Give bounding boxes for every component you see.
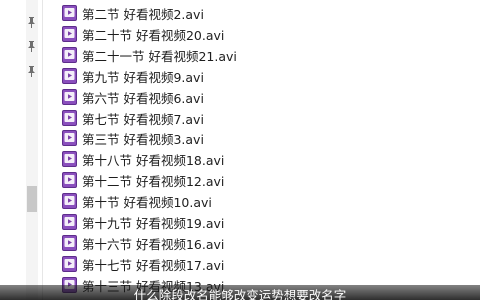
file-item[interactable]: 第六节 好看视频6.avi: [62, 87, 252, 107]
video-file-icon: [62, 130, 77, 146]
file-item[interactable]: 第十二节 好看视频12.avi: [62, 170, 252, 190]
file-name: 第十二节 好看视频12.avi: [82, 173, 225, 189]
file-item[interactable]: 第十六节 好看视频16.avi: [62, 233, 252, 253]
file-name: 第九节 好看视频9.avi: [82, 69, 204, 85]
file-name: 第二十一节 好看视频21.avi: [82, 48, 237, 64]
video-file-icon: [62, 214, 77, 230]
file-name: 第十六节 好看视频16.avi: [82, 236, 225, 252]
file-item[interactable]: 第十九节 好看视频19.avi: [62, 212, 252, 232]
file-item[interactable]: 第二十节 好看视频20.avi: [62, 24, 252, 44]
file-item[interactable]: 第九节 好看视频9.avi: [62, 66, 252, 86]
file-item[interactable]: 第十节 好看视频10.avi: [62, 191, 252, 211]
pin-icon[interactable]: [27, 17, 36, 28]
pin-icon[interactable]: [27, 66, 36, 77]
video-file-icon: [62, 47, 77, 63]
file-item[interactable]: 第十七节 好看视频17.avi: [62, 254, 252, 274]
file-name: 第十节 好看视频10.avi: [82, 194, 212, 210]
video-file-icon: [62, 151, 77, 167]
subtitle-caption: 什么除段改名能够改变运势想要改名字: [0, 285, 480, 300]
video-file-icon: [62, 172, 77, 188]
file-item[interactable]: 第七节 好看视频7.avi: [62, 108, 252, 128]
video-file-icon: [62, 26, 77, 42]
navigation-scrollbar-thumb[interactable]: [27, 186, 37, 212]
video-file-icon: [62, 5, 77, 21]
video-file-icon: [62, 235, 77, 251]
pin-icon[interactable]: [27, 41, 36, 52]
video-file-icon: [62, 193, 77, 209]
file-name: 第七节 好看视频7.avi: [82, 111, 204, 127]
file-name: 第十八节 好看视频18.avi: [82, 152, 225, 168]
video-file-icon: [62, 110, 77, 126]
video-file-icon: [62, 89, 77, 105]
file-name: 第三节 好看视频3.avi: [82, 131, 204, 147]
file-item[interactable]: 第二节 好看视频2.avi: [62, 3, 252, 23]
caption-text: 什么除段改名能够改变运势想要改名字: [133, 288, 347, 300]
file-item[interactable]: 第三节 好看视频3.avi: [62, 128, 252, 148]
video-file-icon: [62, 256, 77, 272]
file-name: 第二十节 好看视频20.avi: [82, 27, 225, 43]
file-item[interactable]: 第十八节 好看视频18.avi: [62, 149, 252, 169]
file-item[interactable]: 第二十一节 好看视频21.avi: [62, 45, 252, 65]
file-explorer-window: 第二节 好看视频2.avi 第二十节 好看视频20.avi 第二十一节 好看视频…: [0, 0, 480, 300]
file-name: 第六节 好看视频6.avi: [82, 90, 204, 106]
video-file-icon: [62, 68, 77, 84]
file-name: 第二节 好看视频2.avi: [82, 6, 204, 22]
pane-divider[interactable]: [42, 0, 43, 300]
file-name: 第十九节 好看视频19.avi: [82, 215, 225, 231]
navigation-pane[interactable]: [0, 0, 42, 300]
file-name: 第十七节 好看视频17.avi: [82, 257, 225, 273]
